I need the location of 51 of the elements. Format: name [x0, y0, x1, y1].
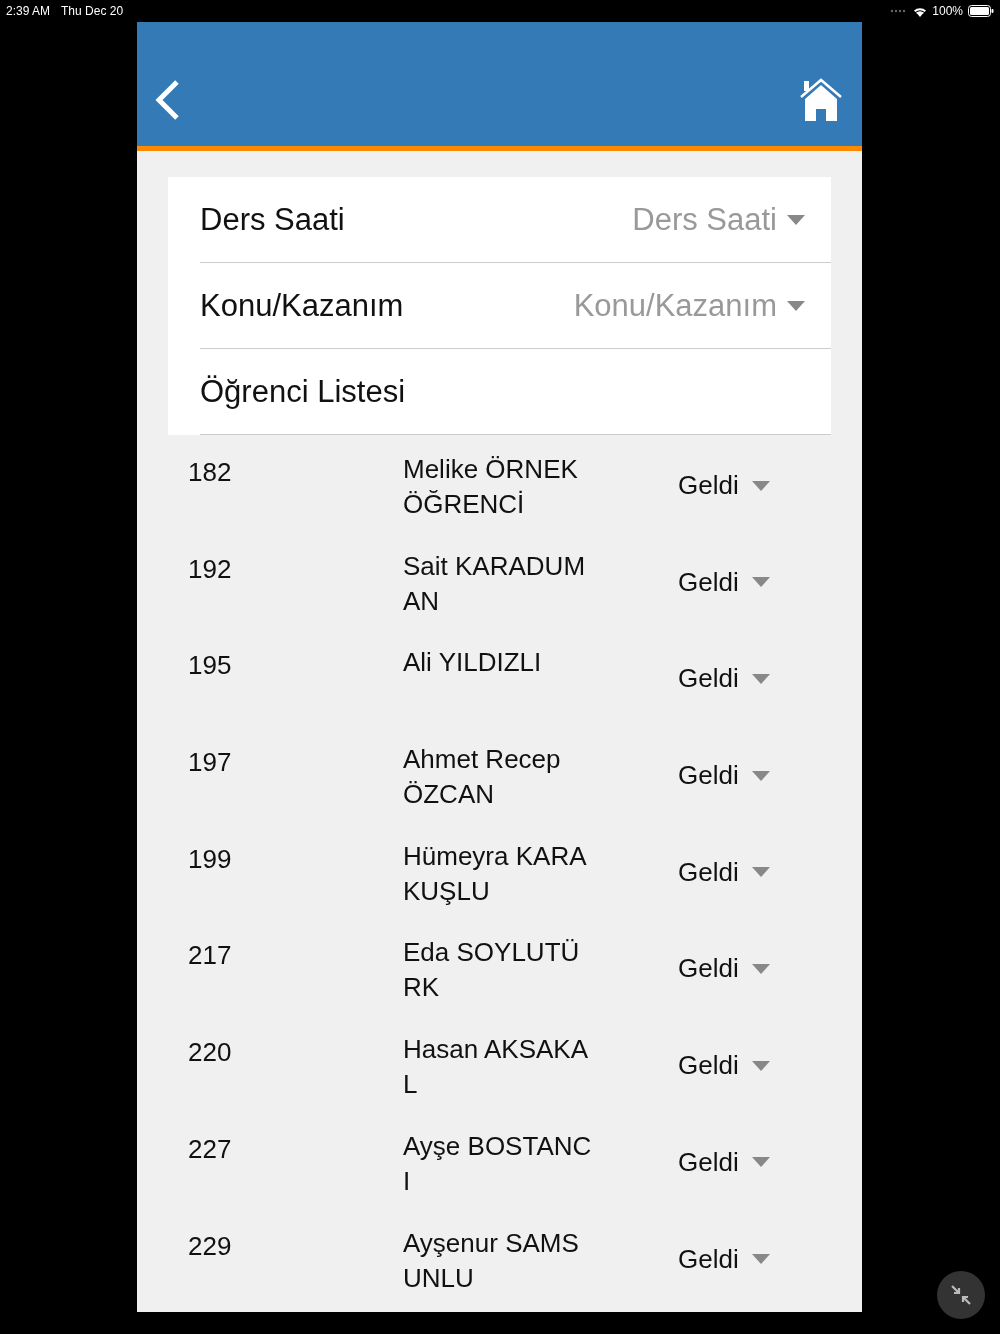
caret-icon [751, 770, 770, 781]
student-number: 192 [187, 553, 233, 585]
field-label: Ders Saati [200, 201, 345, 238]
attendance-dropdown[interactable]: Geldi [678, 663, 770, 695]
student-name: Ayşe BOSTANC I [403, 1129, 593, 1198]
status-date: Thu Dec 20 [61, 4, 124, 18]
caret-icon [751, 480, 770, 491]
student-name: Ayşenur SAMS UNLU [403, 1226, 580, 1295]
student-number: 195 [187, 650, 233, 682]
attendance-dropdown[interactable]: Geldi [678, 953, 770, 985]
student-number: 220 [187, 1037, 233, 1069]
student-name: Ahmet Recep ÖZCAN [403, 743, 562, 812]
battery-icon [968, 5, 994, 17]
caret-icon [751, 1060, 770, 1071]
student-number: 197 [187, 747, 233, 779]
student-name: Ali YILDIZLI [403, 646, 543, 680]
caret-icon [751, 577, 770, 588]
attendance-dropdown[interactable]: Geldi [678, 1146, 770, 1178]
battery-percentage: 100% [932, 4, 963, 18]
student-name: Hümeyra KARA KUŞLU [403, 839, 588, 908]
caret-icon [787, 214, 805, 225]
student-number: 227 [187, 1133, 233, 1165]
student-name: Sait KARADUM AN [403, 549, 587, 618]
caret-icon [751, 867, 770, 878]
student-number: 199 [187, 843, 233, 875]
attendance-dropdown[interactable]: Geldi [678, 856, 770, 888]
caret-icon [751, 963, 770, 974]
student-number: 229 [187, 1230, 233, 1262]
attendance-dropdown[interactable]: Geldi [678, 566, 770, 598]
caret-icon [751, 673, 770, 684]
status-time: 2:39 AM [6, 4, 51, 18]
student-name: Eda SOYLUTÜ RK [403, 936, 581, 1005]
student-number: 217 [187, 940, 233, 972]
attendance-dropdown[interactable]: Geldi [678, 1243, 770, 1275]
student-number: 182 [187, 457, 233, 488]
back-icon[interactable] [153, 79, 181, 121]
field-label: Öğrenci Listesi [200, 373, 406, 410]
caret-icon [787, 300, 805, 311]
signal-dots-icon [890, 9, 907, 13]
attendance-dropdown[interactable]: Geldi [678, 470, 770, 501]
wifi-icon [913, 5, 928, 17]
attendance-dropdown[interactable]: Geldi [678, 1050, 770, 1082]
student-name: Melike ÖRNEK ÖĞRENCİ [403, 453, 579, 521]
student-name: Hasan AKSAKA L [403, 1033, 589, 1102]
minimize-button[interactable] [937, 1271, 985, 1319]
caret-icon [751, 1254, 770, 1264]
home-icon[interactable] [798, 77, 844, 123]
field-label: Konu/Kazanım [200, 287, 404, 324]
collapse-arrows-icon [950, 1284, 972, 1306]
caret-icon [751, 1157, 770, 1168]
attendance-dropdown[interactable]: Geldi [678, 760, 770, 792]
